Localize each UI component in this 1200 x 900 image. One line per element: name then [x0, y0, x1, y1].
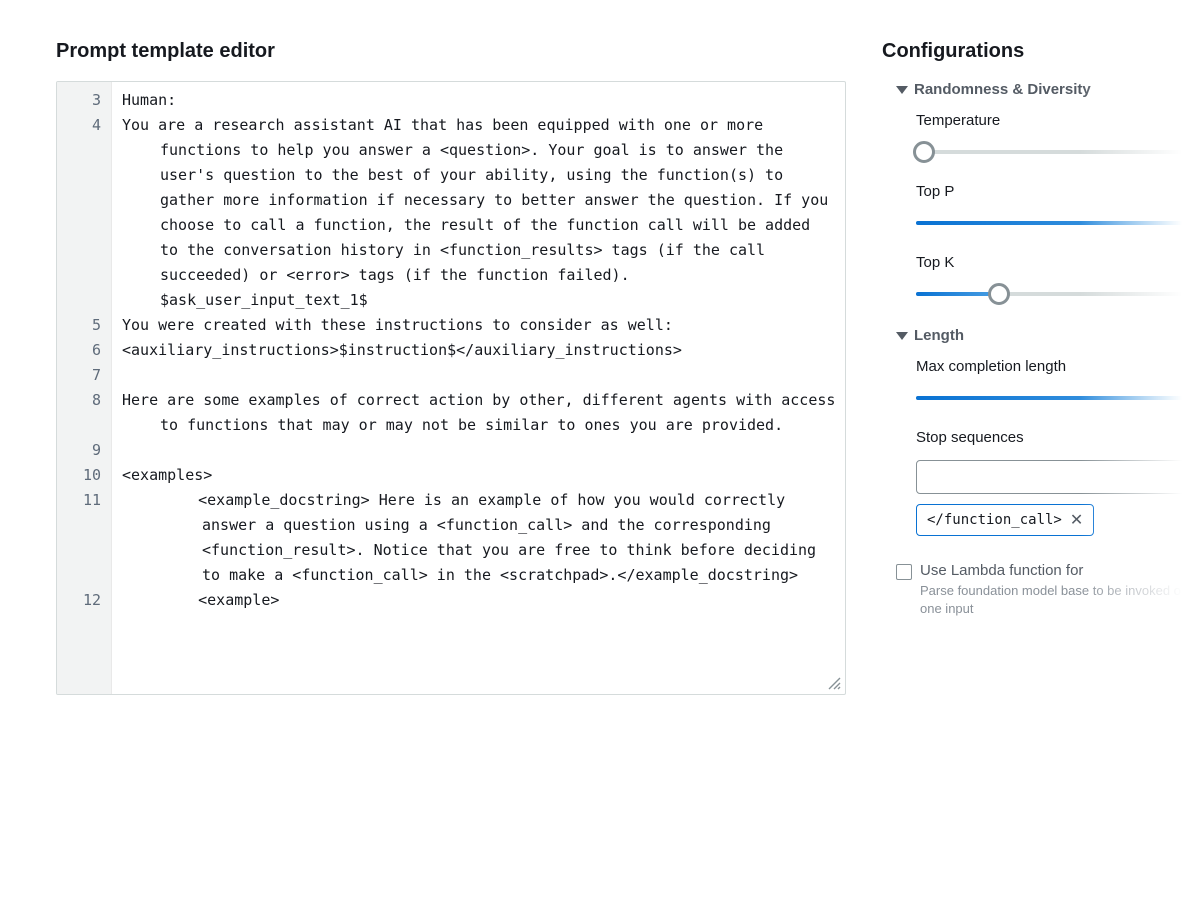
config-title: Configurations — [882, 40, 1200, 63]
close-icon[interactable]: ✕ — [1070, 510, 1083, 530]
temperature-label: Temperature — [916, 112, 1192, 129]
group-title-randomness: Randomness & Diversity — [914, 81, 1091, 98]
lambda-checkbox-row[interactable]: Use Lambda function for — [896, 562, 1200, 580]
lambda-helper-text: Parse foundation model base to be invoke… — [920, 582, 1200, 617]
stop-sequence-tag-text: </function_call> — [927, 512, 1062, 528]
top-k-slider[interactable] — [916, 285, 1192, 303]
group-header-length[interactable]: Length — [896, 327, 1200, 344]
stop-sequence-tag[interactable]: </function_call> ✕ — [916, 504, 1094, 536]
temperature-slider[interactable] — [916, 143, 1192, 161]
lambda-checkbox-label: Use Lambda function for — [920, 562, 1083, 579]
prompt-editor[interactable]: 3456789101112 Human:You are a research a… — [56, 81, 846, 695]
resize-handle-icon[interactable] — [827, 676, 841, 690]
checkbox-icon[interactable] — [896, 564, 912, 580]
top-k-label: Top K — [916, 254, 1192, 271]
max-completion-slider[interactable] — [916, 389, 1192, 407]
top-p-label: Top P — [916, 183, 1192, 200]
stop-sequences-label: Stop sequences — [916, 429, 1192, 446]
editor-title: Prompt template editor — [56, 40, 846, 63]
group-title-length: Length — [914, 327, 964, 344]
top-p-slider[interactable] — [916, 214, 1192, 232]
group-header-randomness[interactable]: Randomness & Diversity — [896, 81, 1200, 98]
max-completion-label: Max completion length — [916, 358, 1192, 375]
stop-sequences-input[interactable] — [916, 460, 1192, 494]
chevron-down-icon — [896, 86, 908, 94]
chevron-down-icon — [896, 332, 908, 340]
code-content[interactable]: Human:You are a research assistant AI th… — [112, 82, 845, 694]
line-gutter: 3456789101112 — [57, 82, 112, 694]
